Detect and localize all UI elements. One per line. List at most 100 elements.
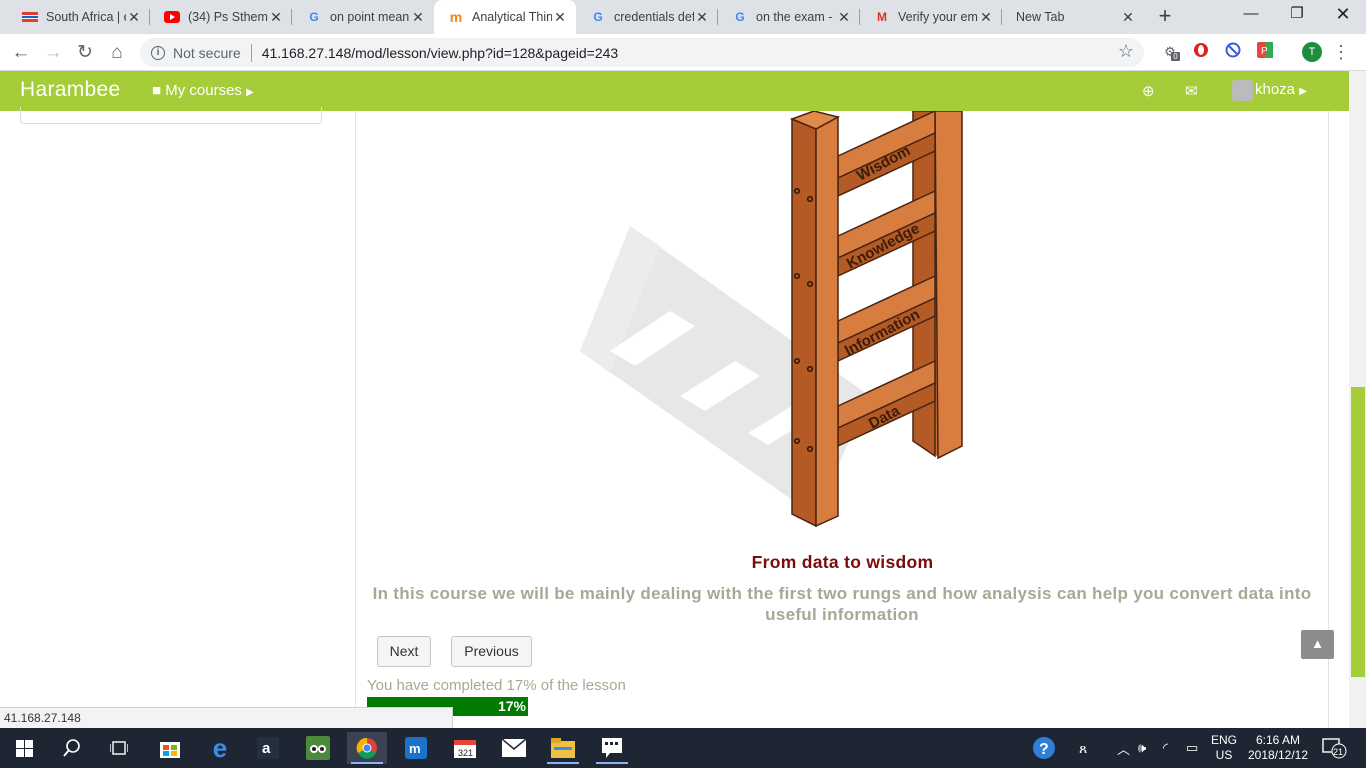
side-block — [20, 107, 322, 124]
file-explorer-icon[interactable] — [543, 732, 583, 764]
maxthon-icon[interactable]: m — [396, 732, 436, 764]
user-avatar[interactable] — [1232, 80, 1253, 101]
mail-icon[interactable] — [494, 732, 534, 764]
amazon-icon[interactable]: a — [248, 732, 288, 764]
my-courses-menu[interactable]: ■ My courses ▶ — [152, 82, 254, 99]
help-icon[interactable]: ? — [1032, 728, 1056, 768]
close-tab-icon[interactable]: ✕ — [552, 9, 568, 26]
battery-icon[interactable]: ▭ — [1186, 728, 1198, 768]
briefcase-icon: ■ — [152, 82, 162, 99]
close-tab-icon[interactable]: ✕ — [410, 9, 426, 26]
page-scrollbar-thumb[interactable] — [1351, 387, 1365, 677]
forward-icon[interactable]: → — [40, 40, 66, 66]
minimize-window-button[interactable]: — — [1228, 0, 1274, 30]
browser-menu-icon[interactable]: ⋮ — [1332, 40, 1350, 64]
tripadvisor-icon[interactable] — [298, 732, 338, 764]
show-hidden-icons[interactable]: ︿ — [1117, 728, 1130, 768]
new-tab-button[interactable]: + — [1152, 4, 1178, 30]
chevron-up-icon: ▲ — [1311, 636, 1324, 651]
close-tab-icon[interactable]: ✕ — [268, 9, 284, 26]
youtube-icon — [164, 9, 180, 25]
language-indicator[interactable]: ENG US — [1206, 733, 1242, 763]
profile-avatar[interactable]: T — [1302, 42, 1322, 62]
browser-tab[interactable]: G on the exam - ✕ — [718, 0, 860, 34]
language-code: ENG — [1210, 733, 1237, 747]
close-tab-icon[interactable]: ✕ — [836, 9, 852, 26]
info-icon[interactable]: i — [151, 45, 165, 60]
notifications-icon[interactable]: ⊕ — [1142, 82, 1155, 100]
wifi-icon[interactable]: ◜ — [1163, 728, 1168, 768]
tab-title: Analytical Thin — [472, 10, 552, 24]
browser-tab[interactable]: South Africa | e ✕ — [8, 0, 150, 34]
tab-title: credentials def — [614, 10, 694, 24]
store-icon[interactable] — [150, 732, 190, 764]
back-to-top-button[interactable]: ▲ — [1301, 630, 1334, 659]
ladder-image: Wisdom Knowledge Information Data — [580, 111, 963, 528]
tab-title: on point mean — [330, 10, 410, 24]
browser-tab-strip: South Africa | e ✕ (34) Ps Sthemb ✕ G on… — [0, 0, 1366, 34]
close-tab-icon[interactable]: ✕ — [694, 9, 710, 26]
flag-icon — [22, 9, 38, 25]
caret-right-icon: ▶ — [1299, 86, 1307, 97]
svg-text:P: P — [1261, 46, 1268, 57]
people-icon[interactable]: ጸ — [1079, 728, 1087, 768]
browser-tab[interactable]: G credentials def ✕ — [576, 0, 718, 34]
windows-start-icon[interactable] — [4, 732, 44, 764]
link-status-bubble: 41.168.27.148 — [0, 707, 453, 728]
clock[interactable]: 6:16 AM 2018/12/12 — [1246, 733, 1310, 763]
username-label: khoza — [1255, 81, 1296, 98]
google-icon: G — [593, 10, 603, 24]
clock-date: 2018/12/12 — [1247, 748, 1309, 762]
browser-tab[interactable]: M Verify your em ✕ — [860, 0, 1002, 34]
back-icon[interactable]: ← — [8, 40, 34, 66]
chrome-taskbar-icon[interactable] — [347, 732, 387, 764]
bookmark-star-icon[interactable]: ☆ — [1118, 41, 1134, 62]
address-bar[interactable]: i Not secure 41.168.27.148/mod/lesson/vi… — [140, 38, 1144, 67]
next-button[interactable]: Next — [377, 636, 431, 667]
browser-tab[interactable]: (34) Ps Sthemb ✕ — [150, 0, 292, 34]
extension-icon[interactable]: ⚙ 0 — [1160, 42, 1180, 62]
previous-button[interactable]: Previous — [451, 636, 532, 667]
svg-text:321: 321 — [458, 748, 473, 758]
my-courses-label: My courses — [165, 82, 242, 99]
windows-taskbar: e a m 321 ? ጸ ︿ 🕪 ◜ ▭ ENG US 6:16 AM 201… — [0, 728, 1366, 768]
browser-tab[interactable]: G on point mean ✕ — [292, 0, 434, 34]
browser-tab-active[interactable]: m Analytical Thin ✕ — [434, 0, 576, 34]
close-tab-icon[interactable]: ✕ — [126, 9, 142, 26]
progress-text: You have completed 17% of the lesson — [367, 677, 626, 694]
restore-window-button[interactable]: ❐ — [1274, 0, 1320, 30]
reload-icon[interactable]: ↻ — [72, 40, 98, 66]
caret-right-icon: ▶ — [246, 87, 254, 98]
url-text[interactable]: 41.168.27.148/mod/lesson/view.php?id=128… — [262, 45, 619, 61]
image-caption: From data to wisdom — [751, 552, 934, 572]
region-code: US — [1215, 748, 1233, 762]
site-navbar: Harambee ■ My courses ▶ ⊕ ✉ khoza ▶ — [0, 71, 1349, 111]
site-brand[interactable]: Harambee — [20, 78, 120, 102]
calendar-app-icon[interactable]: 321 — [445, 732, 485, 764]
block-icon[interactable] — [1223, 42, 1243, 62]
user-menu[interactable]: khoza ▶ — [1255, 81, 1307, 98]
lesson-description: In this course we will be mainly dealing… — [372, 584, 1312, 624]
pocket-icon[interactable]: P — [1255, 42, 1275, 62]
feedback-hub-icon[interactable] — [592, 732, 632, 764]
task-view-icon[interactable] — [99, 732, 139, 764]
action-center-icon[interactable]: 21 — [1322, 728, 1348, 768]
messages-icon[interactable]: ✉ — [1185, 82, 1198, 100]
home-icon[interactable]: ⌂ — [104, 40, 130, 66]
security-label: Not secure — [173, 44, 241, 61]
browser-tab[interactable]: New Tab ✕ — [1002, 0, 1144, 34]
opera-icon[interactable] — [1191, 42, 1211, 62]
edge-icon[interactable]: e — [200, 732, 240, 764]
extension-badge: 0 — [1171, 52, 1180, 61]
tab-title: on the exam - — [756, 10, 833, 24]
svg-text:?: ? — [1039, 741, 1049, 758]
volume-icon[interactable]: 🕪 — [1138, 728, 1146, 768]
tab-title: New Tab — [1016, 10, 1065, 24]
close-tab-icon[interactable]: ✕ — [978, 9, 994, 26]
close-window-button[interactable]: ✕ — [1320, 0, 1366, 30]
google-icon: G — [735, 10, 745, 24]
svg-text:a: a — [262, 740, 271, 757]
close-tab-icon[interactable]: ✕ — [1120, 9, 1136, 26]
search-icon[interactable] — [52, 732, 92, 764]
google-icon: G — [309, 10, 319, 24]
